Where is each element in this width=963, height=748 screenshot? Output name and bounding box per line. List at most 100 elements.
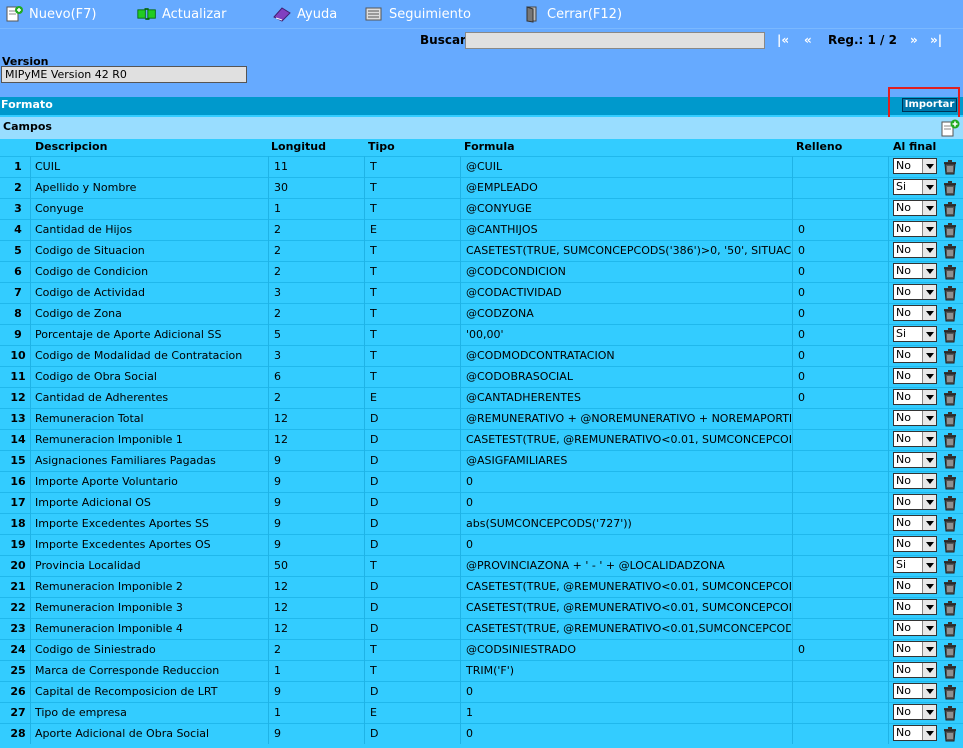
- delete-trash-icon[interactable]: [941, 662, 959, 680]
- al-final-select[interactable]: No: [893, 473, 937, 489]
- column-divider: [268, 492, 269, 513]
- delete-trash-icon[interactable]: [941, 347, 959, 365]
- al-final-select[interactable]: No: [893, 158, 937, 174]
- table-row[interactable]: 1 CUIL 11 T @CUIL No: [0, 156, 963, 177]
- al-final-select[interactable]: No: [893, 704, 937, 720]
- delete-trash-icon[interactable]: [941, 158, 959, 176]
- al-final-select[interactable]: Si: [893, 179, 937, 195]
- delete-trash-icon[interactable]: [941, 515, 959, 533]
- delete-trash-icon[interactable]: [941, 620, 959, 638]
- search-input[interactable]: [465, 32, 765, 49]
- al-final-select[interactable]: No: [893, 410, 937, 426]
- delete-trash-icon[interactable]: [941, 368, 959, 386]
- table-row[interactable]: 4 Cantidad de Hijos 2 E @CANTHIJOS 0 No: [0, 219, 963, 240]
- table-row[interactable]: 22 Remuneracion Imponible 3 12 D CASETEST(TR…: [0, 597, 963, 618]
- al-final-select[interactable]: Si: [893, 557, 937, 573]
- table-row[interactable]: 16 Importe Aporte Voluntario 9 D 0 No: [0, 471, 963, 492]
- seguimiento-button[interactable]: Seguimiento: [364, 5, 471, 23]
- table-row[interactable]: 10 Codigo de Modalidad de Contratacion 3 T @…: [0, 345, 963, 366]
- table-row[interactable]: 9 Porcentaje de Aporte Adicional SS 5 T '00,…: [0, 324, 963, 345]
- row-divider: [0, 639, 963, 640]
- al-final-select[interactable]: No: [893, 242, 937, 258]
- al-final-select[interactable]: No: [893, 263, 937, 279]
- table-row[interactable]: 20 Provincia Localidad 50 T @PROVINCIAZONA +…: [0, 555, 963, 576]
- delete-trash-icon[interactable]: [941, 725, 959, 743]
- previous-record-button[interactable]: «: [804, 33, 812, 47]
- delete-trash-icon[interactable]: [941, 305, 959, 323]
- delete-trash-icon[interactable]: [941, 410, 959, 428]
- table-row[interactable]: 13 Remuneracion Total 12 D @REMUNERATIVO + @…: [0, 408, 963, 429]
- al-final-select[interactable]: Si: [893, 326, 937, 342]
- table-row[interactable]: 3 Conyuge 1 T @CONYUGE No: [0, 198, 963, 219]
- table-row[interactable]: 19 Importe Excedentes Aportes OS 9 D 0 No: [0, 534, 963, 555]
- first-record-button[interactable]: |«: [777, 33, 789, 47]
- al-final-select[interactable]: No: [893, 515, 937, 531]
- next-record-button[interactable]: »: [910, 33, 918, 47]
- table-row[interactable]: 28 Aporte Adicional de Obra Social 9 D 0 No: [0, 723, 963, 744]
- delete-trash-icon[interactable]: [941, 473, 959, 491]
- delete-trash-icon[interactable]: [941, 221, 959, 239]
- al-final-select[interactable]: No: [893, 578, 937, 594]
- table-row[interactable]: 12 Cantidad de Adherentes 2 E @CANTADHERENTE…: [0, 387, 963, 408]
- al-final-select[interactable]: No: [893, 599, 937, 615]
- al-final-select[interactable]: No: [893, 368, 937, 384]
- al-final-select[interactable]: No: [893, 452, 937, 468]
- al-final-select[interactable]: No: [893, 305, 937, 321]
- table-row[interactable]: 2 Apellido y Nombre 30 T @EMPLEADO Si: [0, 177, 963, 198]
- last-record-button[interactable]: »|: [930, 33, 942, 47]
- table-row[interactable]: 27 Tipo de empresa 1 E 1 No: [0, 702, 963, 723]
- al-final-select[interactable]: No: [893, 347, 937, 363]
- delete-trash-icon[interactable]: [941, 704, 959, 722]
- table-row[interactable]: 21 Remuneracion Imponible 2 12 D CASETEST(T…: [0, 576, 963, 597]
- ayuda-button[interactable]: Ayuda: [272, 5, 337, 23]
- table-row[interactable]: 5 Codigo de Situacion 2 T CASETEST(TRUE, SUM…: [0, 240, 963, 261]
- delete-trash-icon[interactable]: [941, 200, 959, 218]
- table-row[interactable]: 11 Codigo de Obra Social 6 T @CODOBRASOCIAL 0…: [0, 366, 963, 387]
- add-field-icon[interactable]: [940, 119, 960, 137]
- al-final-select[interactable]: No: [893, 221, 937, 237]
- al-final-select[interactable]: No: [893, 536, 937, 552]
- delete-trash-icon[interactable]: [941, 242, 959, 260]
- delete-trash-icon[interactable]: [941, 431, 959, 449]
- table-row[interactable]: 14 Remuneracion Imponible 1 12 D CASETEST(TR…: [0, 429, 963, 450]
- table-row[interactable]: 17 Importe Adicional OS 9 D 0 No: [0, 492, 963, 513]
- actualizar-button[interactable]: Actualizar: [137, 5, 226, 23]
- al-final-select[interactable]: No: [893, 683, 937, 699]
- cerrar-button[interactable]: Cerrar(F12): [522, 5, 622, 23]
- delete-trash-icon[interactable]: [941, 683, 959, 701]
- al-final-select[interactable]: No: [893, 284, 937, 300]
- header-descripcion: Descripcion: [35, 140, 108, 153]
- importar-button[interactable]: Importar: [902, 98, 957, 112]
- delete-trash-icon[interactable]: [941, 536, 959, 554]
- delete-trash-icon[interactable]: [941, 494, 959, 512]
- al-final-select[interactable]: No: [893, 389, 937, 405]
- al-final-select[interactable]: No: [893, 641, 937, 657]
- table-row[interactable]: 25 Marca de Corresponde Reduccion 1 T TRIM('…: [0, 660, 963, 681]
- version-field[interactable]: MIPyME Version 42 R0: [1, 66, 247, 83]
- delete-trash-icon[interactable]: [941, 578, 959, 596]
- al-final-select[interactable]: No: [893, 494, 937, 510]
- al-final-select[interactable]: No: [893, 620, 937, 636]
- al-final-select[interactable]: No: [893, 725, 937, 741]
- delete-trash-icon[interactable]: [941, 452, 959, 470]
- al-final-select[interactable]: No: [893, 662, 937, 678]
- table-row[interactable]: 24 Codigo de Siniestrado 2 T @CODSINIESTRADO…: [0, 639, 963, 660]
- delete-trash-icon[interactable]: [941, 179, 959, 197]
- table-row[interactable]: 23 Remuneracion Imponible 4 12 D CASETEST(TR…: [0, 618, 963, 639]
- table-row[interactable]: 6 Codigo de Condicion 2 T @CODCONDICION 0 No: [0, 261, 963, 282]
- al-final-select[interactable]: No: [893, 200, 937, 216]
- delete-trash-icon[interactable]: [941, 326, 959, 344]
- table-row[interactable]: 26 Capital de Recomposicion de LRT 9 D 0 No: [0, 681, 963, 702]
- table-row[interactable]: 7 Codigo de Actividad 3 T @CODACTIVIDAD 0 No: [0, 282, 963, 303]
- delete-trash-icon[interactable]: [941, 284, 959, 302]
- table-row[interactable]: 15 Asignaciones Familiares Pagadas 9 D @ASIG…: [0, 450, 963, 471]
- delete-trash-icon[interactable]: [941, 557, 959, 575]
- delete-trash-icon[interactable]: [941, 641, 959, 659]
- table-row[interactable]: 8 Codigo de Zona 2 T @CODZONA 0 No: [0, 303, 963, 324]
- delete-trash-icon[interactable]: [941, 599, 959, 617]
- nuevo-button[interactable]: Nuevo(F7): [4, 5, 97, 23]
- al-final-select[interactable]: No: [893, 431, 937, 447]
- delete-trash-icon[interactable]: [941, 263, 959, 281]
- delete-trash-icon[interactable]: [941, 389, 959, 407]
- table-row[interactable]: 18 Importe Excedentes Aportes SS 9 Dabs(SUM…: [0, 513, 963, 534]
